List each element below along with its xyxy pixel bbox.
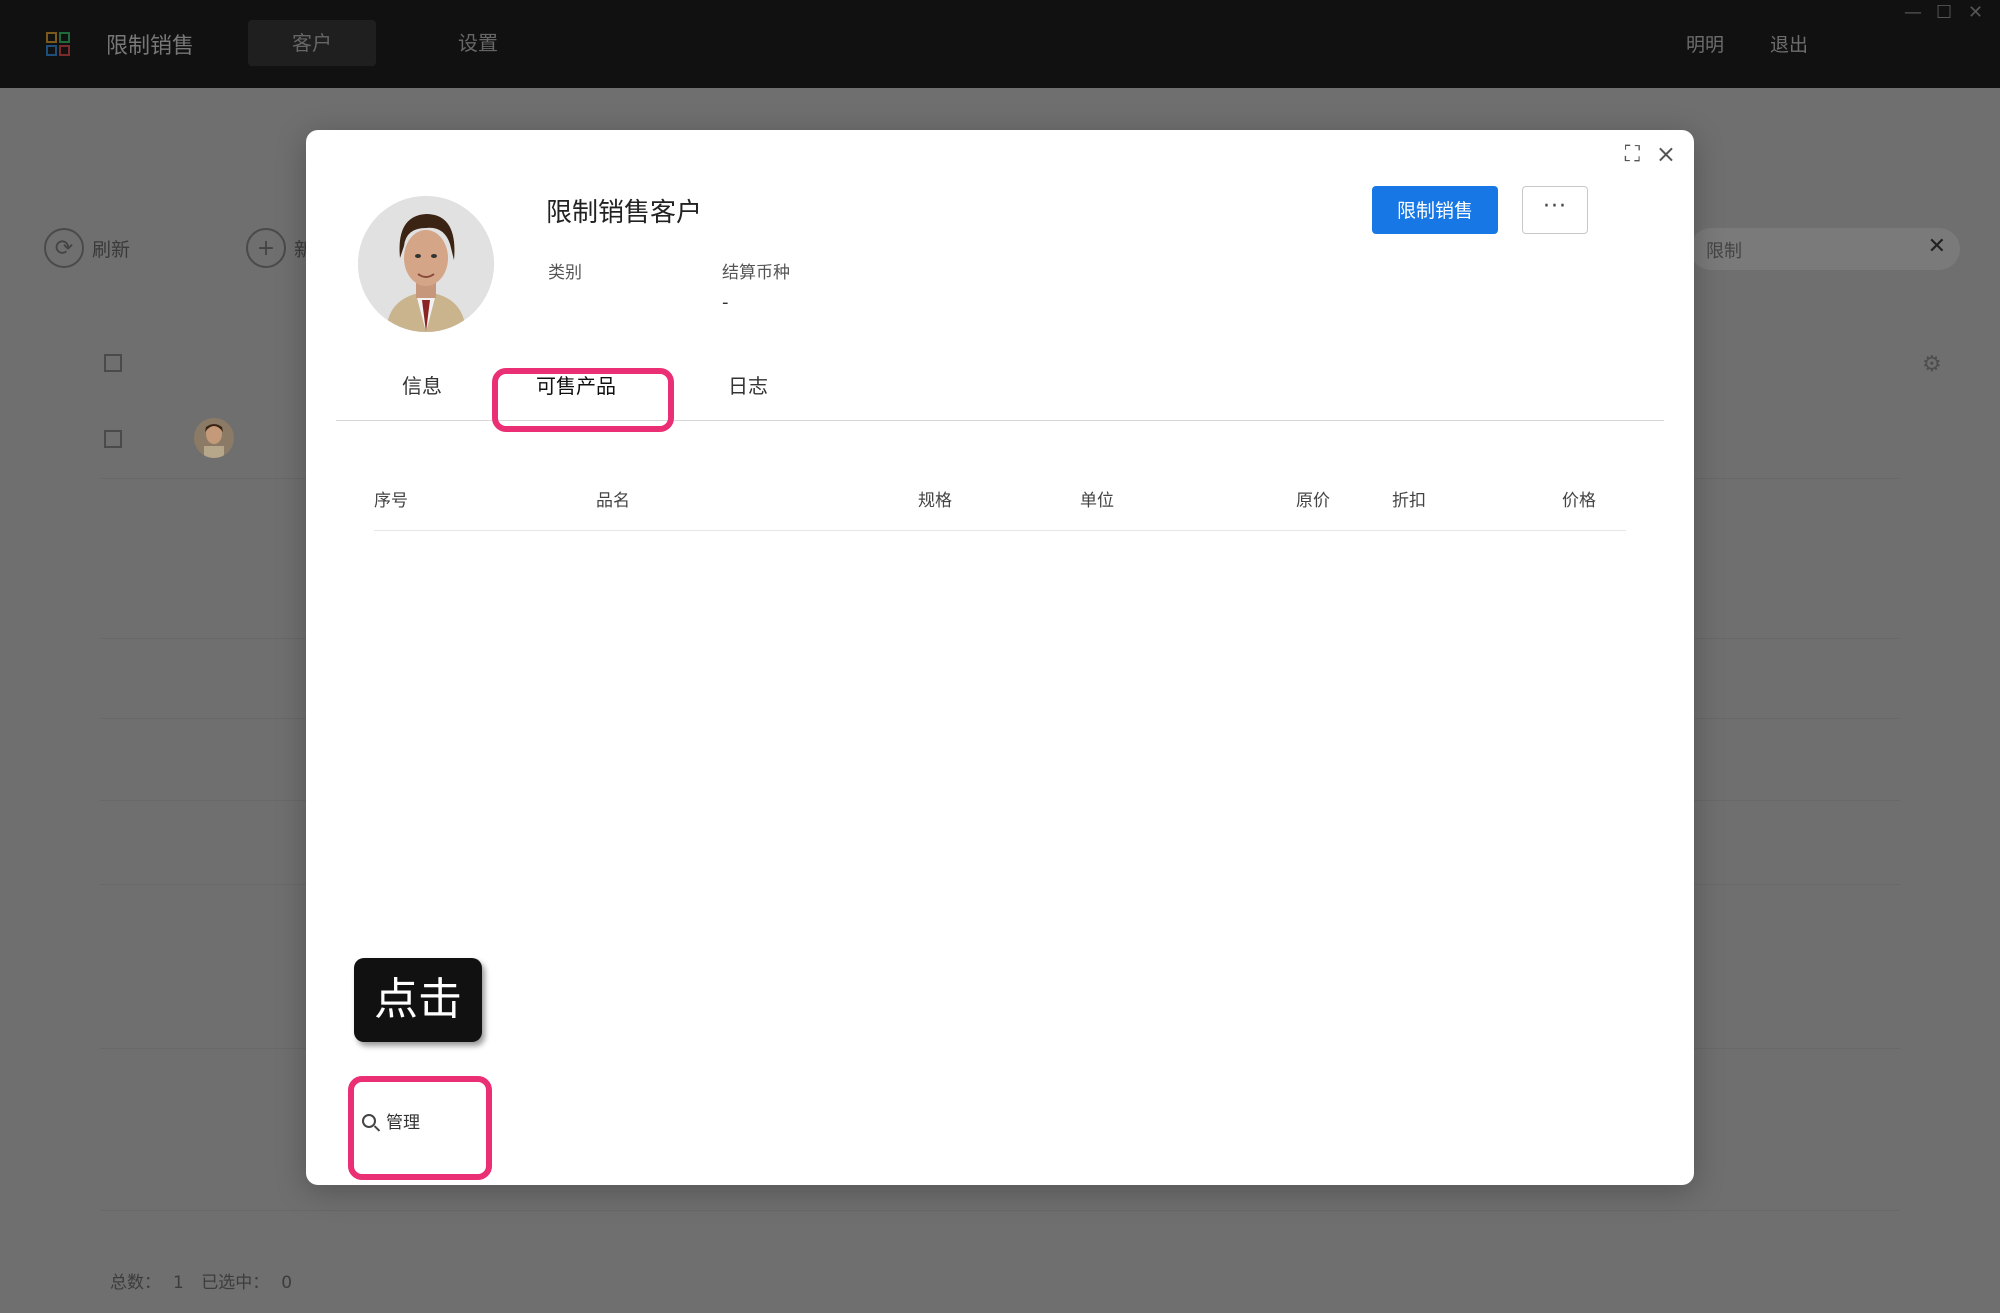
select-all-checkbox[interactable] [104, 354, 122, 372]
close-icon[interactable]: × [1656, 140, 1676, 168]
nav-tab-settings[interactable]: 设置 [414, 20, 542, 66]
user-name[interactable]: 明明 [1686, 30, 1724, 57]
restrict-sales-button[interactable]: 限制销售 [1372, 186, 1498, 234]
customer-avatar [358, 196, 494, 332]
search-value: 限制 [1706, 241, 1742, 262]
tab-info[interactable]: 信息 [402, 370, 442, 399]
currency-label: 结算币种 [722, 263, 790, 283]
col-index: 序号 [374, 491, 408, 511]
customer-name: 限制销售客户 [546, 198, 703, 228]
col-unit: 单位 [1080, 491, 1114, 511]
add-button[interactable]: + 新 [246, 228, 313, 268]
search-input[interactable]: 限制 ✕ [1690, 228, 1960, 270]
col-discount: 折扣 [1392, 491, 1426, 511]
total-label: 总数： [110, 1273, 161, 1293]
manage-label: 管理 [386, 1113, 420, 1133]
customer-detail-modal: ⛶ × 限制销售客户 类别 结算币种 - 限制销售 ··· 信息 可售产品 日志… [306, 130, 1694, 1185]
refresh-button[interactable]: ⟳ 刷新 [44, 228, 130, 268]
col-original-price: 原价 [1296, 491, 1330, 511]
products-table-header: 序号 品名 规格 单位 原价 折扣 价格 [374, 474, 1626, 531]
app-grid-icon [46, 32, 70, 56]
manage-button[interactable]: 管理 [362, 1108, 420, 1133]
list-footer: 总数： 1 已选中： 0 [110, 1268, 304, 1293]
selected-count: 0 [281, 1273, 293, 1293]
row-divider [100, 1210, 1900, 1211]
logout-link[interactable]: 退出 [1770, 30, 1808, 57]
fullscreen-icon[interactable]: ⛶ [1625, 142, 1640, 167]
tab-log[interactable]: 日志 [728, 370, 768, 399]
total-count: 1 [173, 1273, 184, 1293]
tab-highlight-annotation [492, 368, 674, 432]
minimize-icon[interactable]: — [1904, 2, 1922, 23]
app-title: 限制销售 [106, 34, 195, 59]
maximize-icon[interactable]: ☐ [1936, 2, 1952, 23]
refresh-label: 刷新 [92, 238, 131, 261]
col-product-name: 品名 [596, 491, 630, 511]
nav-tab-customers[interactable]: 客户 [248, 20, 376, 66]
category-label: 类别 [548, 263, 582, 283]
more-options-button[interactable]: ··· [1522, 186, 1588, 234]
click-tooltip: 点击 [354, 958, 482, 1042]
col-spec: 规格 [918, 491, 952, 511]
clear-search-icon[interactable]: ✕ [1928, 234, 1946, 259]
search-icon [362, 1113, 376, 1128]
plus-icon: + [246, 228, 286, 268]
refresh-icon: ⟳ [44, 228, 84, 268]
currency-value: - [722, 292, 729, 313]
window-close-icon[interactable]: ✕ [1968, 2, 1983, 23]
gear-icon[interactable]: ⚙ [1922, 352, 1942, 377]
selected-label: 已选中： [201, 1273, 270, 1293]
row-checkbox[interactable] [104, 430, 122, 448]
row-avatar [194, 418, 234, 458]
top-bar: 限制销售 客户 设置 明明 退出 — ☐ ✕ [0, 0, 2000, 88]
col-price: 价格 [1562, 491, 1596, 511]
